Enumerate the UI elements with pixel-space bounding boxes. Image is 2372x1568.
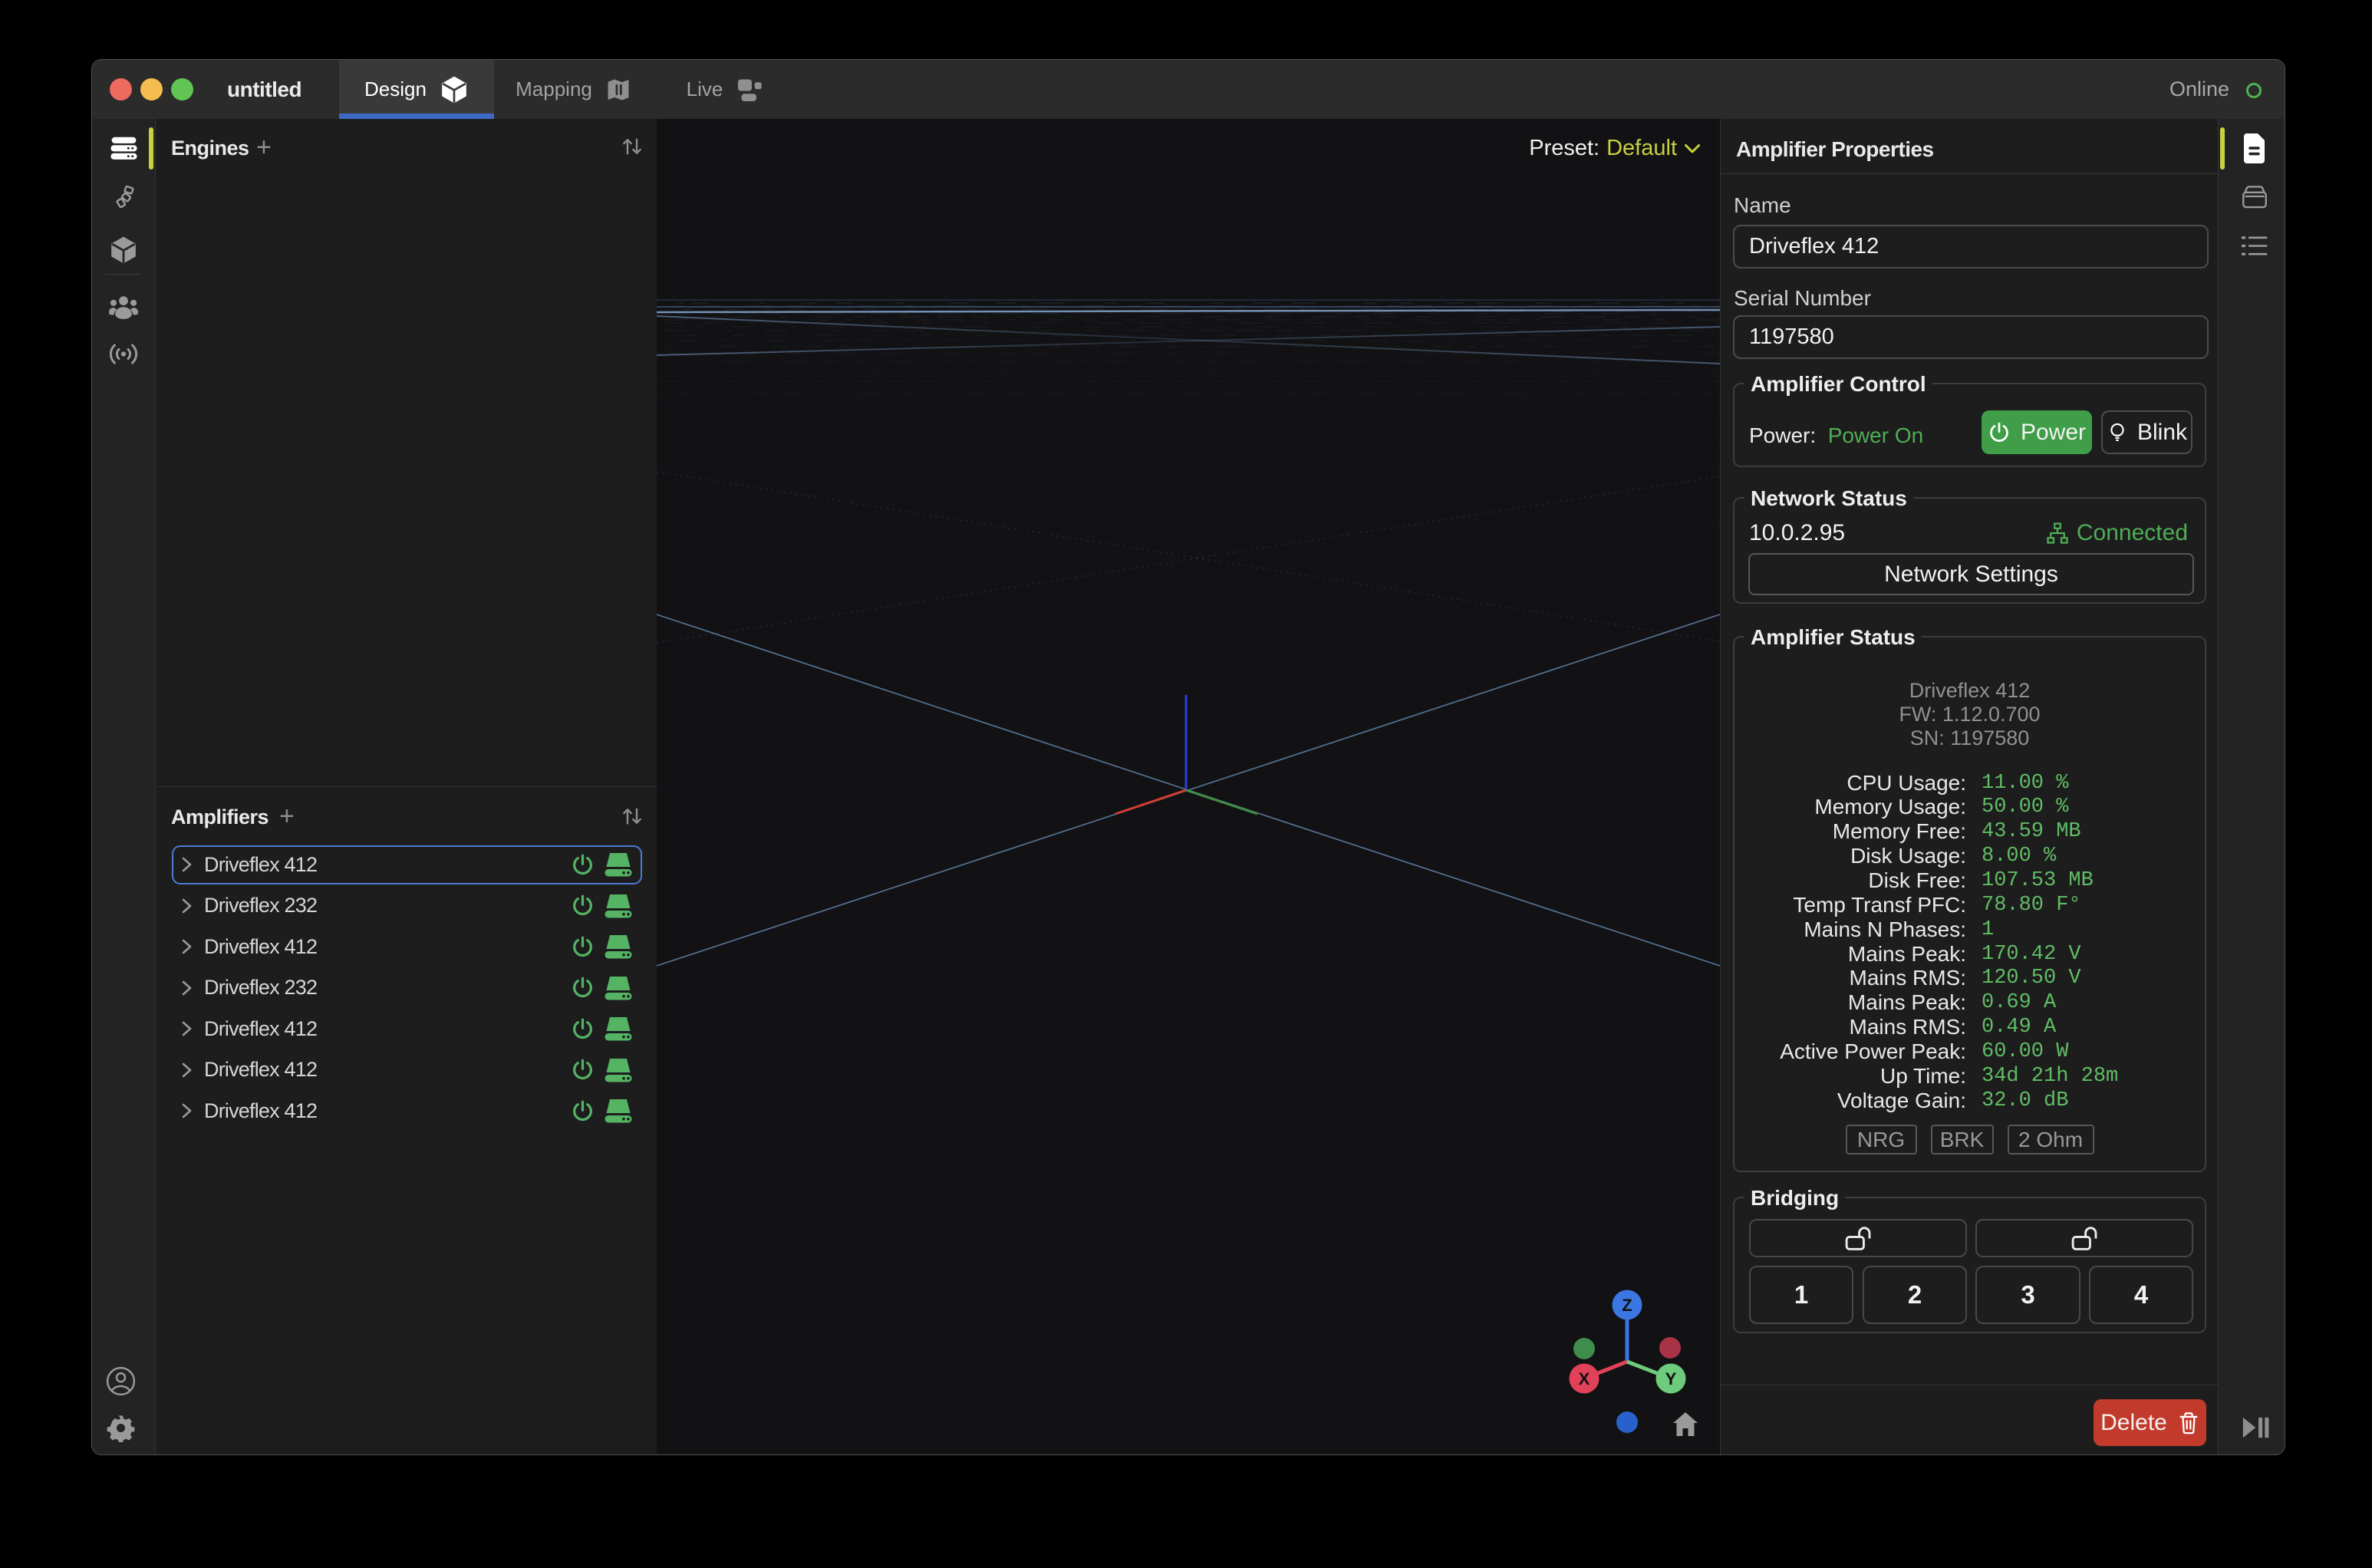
svg-text:Y: Y — [1665, 1369, 1677, 1388]
svg-text:Z: Z — [1622, 1296, 1632, 1315]
svg-text:X: X — [1579, 1369, 1590, 1388]
